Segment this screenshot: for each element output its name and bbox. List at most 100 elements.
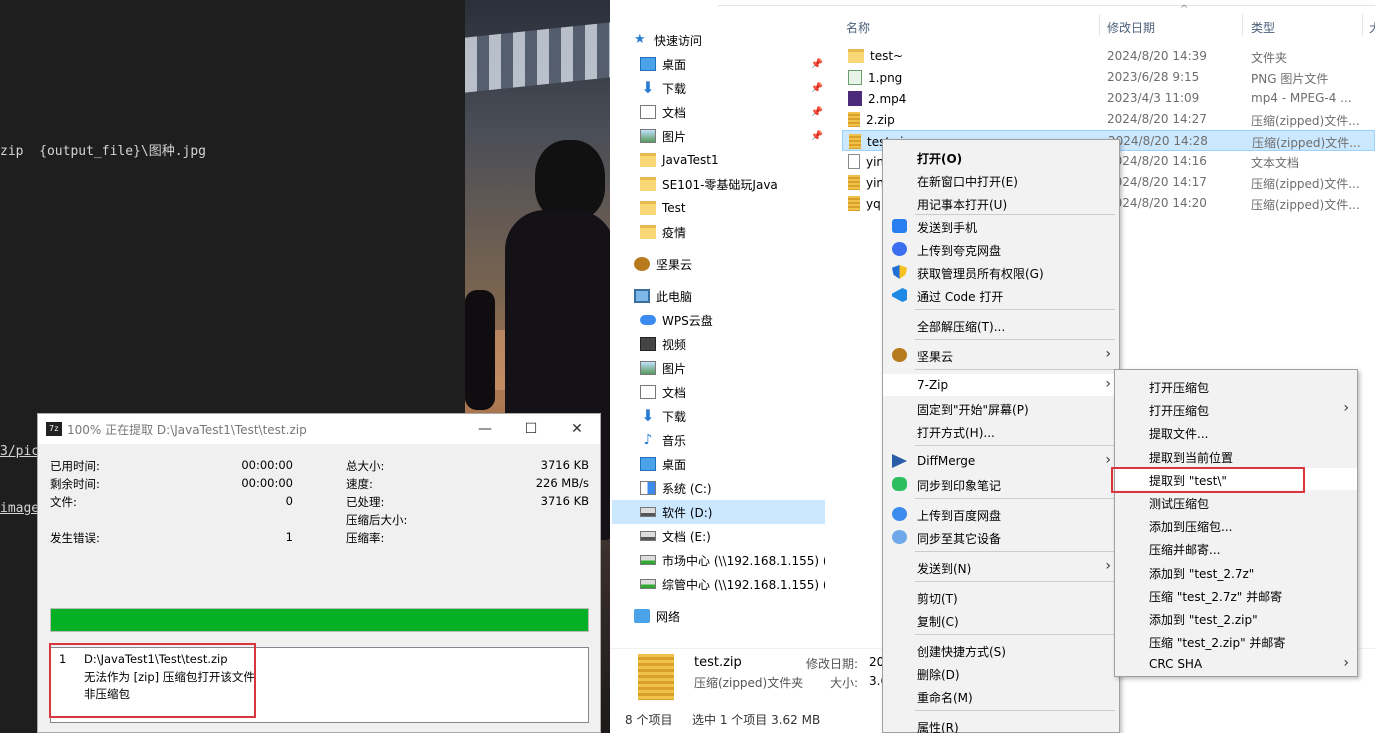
- file-date: 2024/8/20 14:27: [1107, 112, 1207, 126]
- submenu-item[interactable]: 打开压缩包 ›: [1115, 398, 1357, 420]
- menu-item-label: 创建快捷方式(S): [917, 645, 1006, 659]
- nav-label: 下载: [662, 409, 687, 424]
- context-menu-item[interactable]: 发送到手机: [883, 215, 1119, 237]
- extract-progress-bar: [50, 608, 589, 632]
- file-row[interactable]: 1.png 2023/6/28 9:15 PNG 图片文件: [842, 67, 1375, 88]
- nav-jianguoyun[interactable]: 坚果云: [634, 252, 692, 276]
- context-menu-item[interactable]: 固定到"开始"屏幕(P): [883, 397, 1119, 419]
- context-menu-item[interactable]: 重命名(M): [883, 685, 1119, 707]
- submenu-item[interactable]: 提取文件...: [1115, 421, 1357, 443]
- processed-label: 已处理:: [346, 495, 385, 509]
- nav-item-quick-access[interactable]: ⬇ 下载 📌: [640, 76, 825, 100]
- file-type: 压缩(zipped)文件...: [1251, 114, 1360, 128]
- share-icon: [892, 530, 907, 544]
- file-name: yq: [866, 196, 881, 211]
- context-menu-item[interactable]: 用记事本打开(U): [883, 192, 1119, 214]
- remaining-label: 剩余时间:: [50, 477, 100, 491]
- submenu-item[interactable]: CRC SHA ›: [1115, 653, 1357, 675]
- nav-item-this-pc[interactable]: 系统 (C:): [612, 476, 825, 500]
- context-menu-item[interactable]: 同步到印象笔记: [883, 473, 1119, 495]
- nav-item-this-pc[interactable]: 桌面: [612, 452, 825, 476]
- png-icon: [848, 70, 862, 85]
- column-divider[interactable]: [1099, 14, 1100, 36]
- nut-icon: [892, 348, 907, 362]
- nav-quick-access[interactable]: ★ 快速访问: [634, 28, 702, 52]
- nav-item-this-pc[interactable]: 综管中心 (\\192.168.1.155) (Z: [612, 572, 825, 596]
- column-size[interactable]: 大: [1369, 19, 1375, 36]
- context-menu-item[interactable]: 7-Zip ›: [883, 374, 1119, 396]
- folder-icon: [640, 201, 656, 215]
- nav-item-this-pc[interactable]: 文档 (E:): [612, 524, 825, 548]
- context-menu-item[interactable]: DiffMerge ›: [883, 450, 1119, 472]
- nav-item-quick-access[interactable]: SE101-零基础玩Java: [640, 172, 825, 196]
- submenu-item[interactable]: 添加到 "test_2.7z": [1115, 561, 1357, 583]
- context-menu-item[interactable]: 通过 Code 打开: [883, 284, 1119, 306]
- nav-item-this-pc[interactable]: ♪ 音乐: [612, 428, 825, 452]
- context-menu-item[interactable]: 打开(O): [883, 146, 1119, 168]
- column-divider[interactable]: [1242, 14, 1243, 36]
- nav-item-this-pc[interactable]: 视频: [612, 332, 825, 356]
- nav-item-quick-access[interactable]: 桌面 📌: [640, 52, 825, 76]
- menu-item-label: 测试压缩包: [1149, 497, 1210, 511]
- file-date: 2024/8/20 14:17: [1107, 175, 1207, 189]
- submenu-item[interactable]: 添加到压缩包...: [1115, 514, 1357, 536]
- context-menu-item[interactable]: 属性(R): [883, 715, 1119, 733]
- nav-item-this-pc[interactable]: ⬇ 下载: [612, 404, 825, 428]
- nav-item-this-pc[interactable]: 图片: [612, 356, 825, 380]
- submenu-item[interactable]: 提取到当前位置: [1115, 445, 1357, 467]
- submenu-item[interactable]: 压缩 "test_2.7z" 并邮寄: [1115, 584, 1357, 606]
- file-type: mp4 - MPEG-4 ...: [1251, 91, 1352, 105]
- context-menu-item[interactable]: 打开方式(H)...: [883, 420, 1119, 442]
- nav-item-quick-access[interactable]: Test: [640, 196, 825, 220]
- error-log-list[interactable]: 1 D:\JavaTest1\Test\test.zip 无法作为 [zip] …: [50, 647, 589, 723]
- network-drive-icon: [640, 579, 656, 589]
- context-menu-item[interactable]: 剪切(T): [883, 586, 1119, 608]
- dialog-titlebar[interactable]: 7z 100% 正在提取 D:\JavaTest1\Test\test.zip …: [38, 414, 600, 444]
- context-menu-item[interactable]: 上传到夸克网盘: [883, 238, 1119, 260]
- close-button[interactable]: ✕: [554, 421, 600, 437]
- nav-item-quick-access[interactable]: JavaTest1: [640, 148, 825, 172]
- evernote-icon: [892, 477, 907, 491]
- submenu-item[interactable]: 压缩并邮寄...: [1115, 537, 1357, 559]
- submenu-item[interactable]: 压缩 "test_2.zip" 并邮寄: [1115, 630, 1357, 652]
- file-row[interactable]: 2.mp4 2023/4/3 11:09 mp4 - MPEG-4 ...: [842, 88, 1375, 109]
- nav-label: 桌面: [662, 57, 687, 72]
- column-type[interactable]: 类型: [1251, 19, 1275, 36]
- context-menu-item[interactable]: 同步至其它设备: [883, 526, 1119, 548]
- column-divider[interactable]: [1362, 14, 1363, 36]
- minimize-button[interactable]: —: [462, 421, 508, 437]
- submenu-item[interactable]: 提取到 "test\": [1115, 467, 1357, 490]
- context-menu-item[interactable]: 坚果云 ›: [883, 344, 1119, 366]
- context-menu-item[interactable]: 复制(C): [883, 609, 1119, 631]
- nav-label: 图片: [662, 361, 687, 376]
- context-menu-item[interactable]: 全部解压缩(T)...: [883, 314, 1119, 336]
- column-date[interactable]: 修改日期: [1107, 19, 1155, 36]
- file-name-cell: 2.zip: [848, 112, 895, 127]
- submenu-item[interactable]: 测试压缩包: [1115, 491, 1357, 513]
- nav-item-quick-access[interactable]: 图片 📌: [640, 124, 825, 148]
- nav-this-pc[interactable]: 此电脑: [634, 284, 692, 308]
- file-date: 2024/8/20 14:39: [1107, 49, 1207, 63]
- menu-item-label: 通过 Code 打开: [917, 290, 1004, 304]
- nav-item-this-pc[interactable]: 市场中心 (\\192.168.1.155) (\: [612, 548, 825, 572]
- context-menu-item[interactable]: 删除(D): [883, 662, 1119, 684]
- nav-item-quick-access[interactable]: 疫情: [640, 220, 825, 244]
- nav-item-this-pc[interactable]: WPS云盘: [612, 308, 825, 332]
- file-row[interactable]: 2.zip 2024/8/20 14:27 压缩(zipped)文件...: [842, 109, 1375, 130]
- context-menu-item[interactable]: 上传到百度网盘: [883, 503, 1119, 525]
- context-menu-item[interactable]: 获取管理员所有权限(G): [883, 261, 1119, 283]
- nav-item-quick-access[interactable]: 文档 📌: [640, 100, 825, 124]
- context-menu-item[interactable]: 创建快捷方式(S): [883, 639, 1119, 661]
- context-menu-item[interactable]: 在新窗口中打开(E): [883, 169, 1119, 191]
- context-menu-item[interactable]: 发送到(N) ›: [883, 556, 1119, 578]
- maximize-button[interactable]: ☐: [508, 421, 554, 437]
- file-row[interactable]: test~ 2024/8/20 14:39 文件夹: [842, 46, 1375, 67]
- submenu-item[interactable]: 打开压缩包: [1115, 375, 1357, 397]
- nav-item-this-pc[interactable]: 文档: [612, 380, 825, 404]
- submenu-item[interactable]: 添加到 "test_2.zip": [1115, 607, 1357, 629]
- nav-network[interactable]: 网络: [634, 604, 680, 628]
- nav-item-this-pc[interactable]: 软件 (D:): [612, 500, 825, 524]
- column-name[interactable]: 名称: [846, 19, 870, 36]
- nav-label: 软件 (D:): [662, 505, 713, 520]
- file-type: PNG 图片文件: [1251, 72, 1329, 86]
